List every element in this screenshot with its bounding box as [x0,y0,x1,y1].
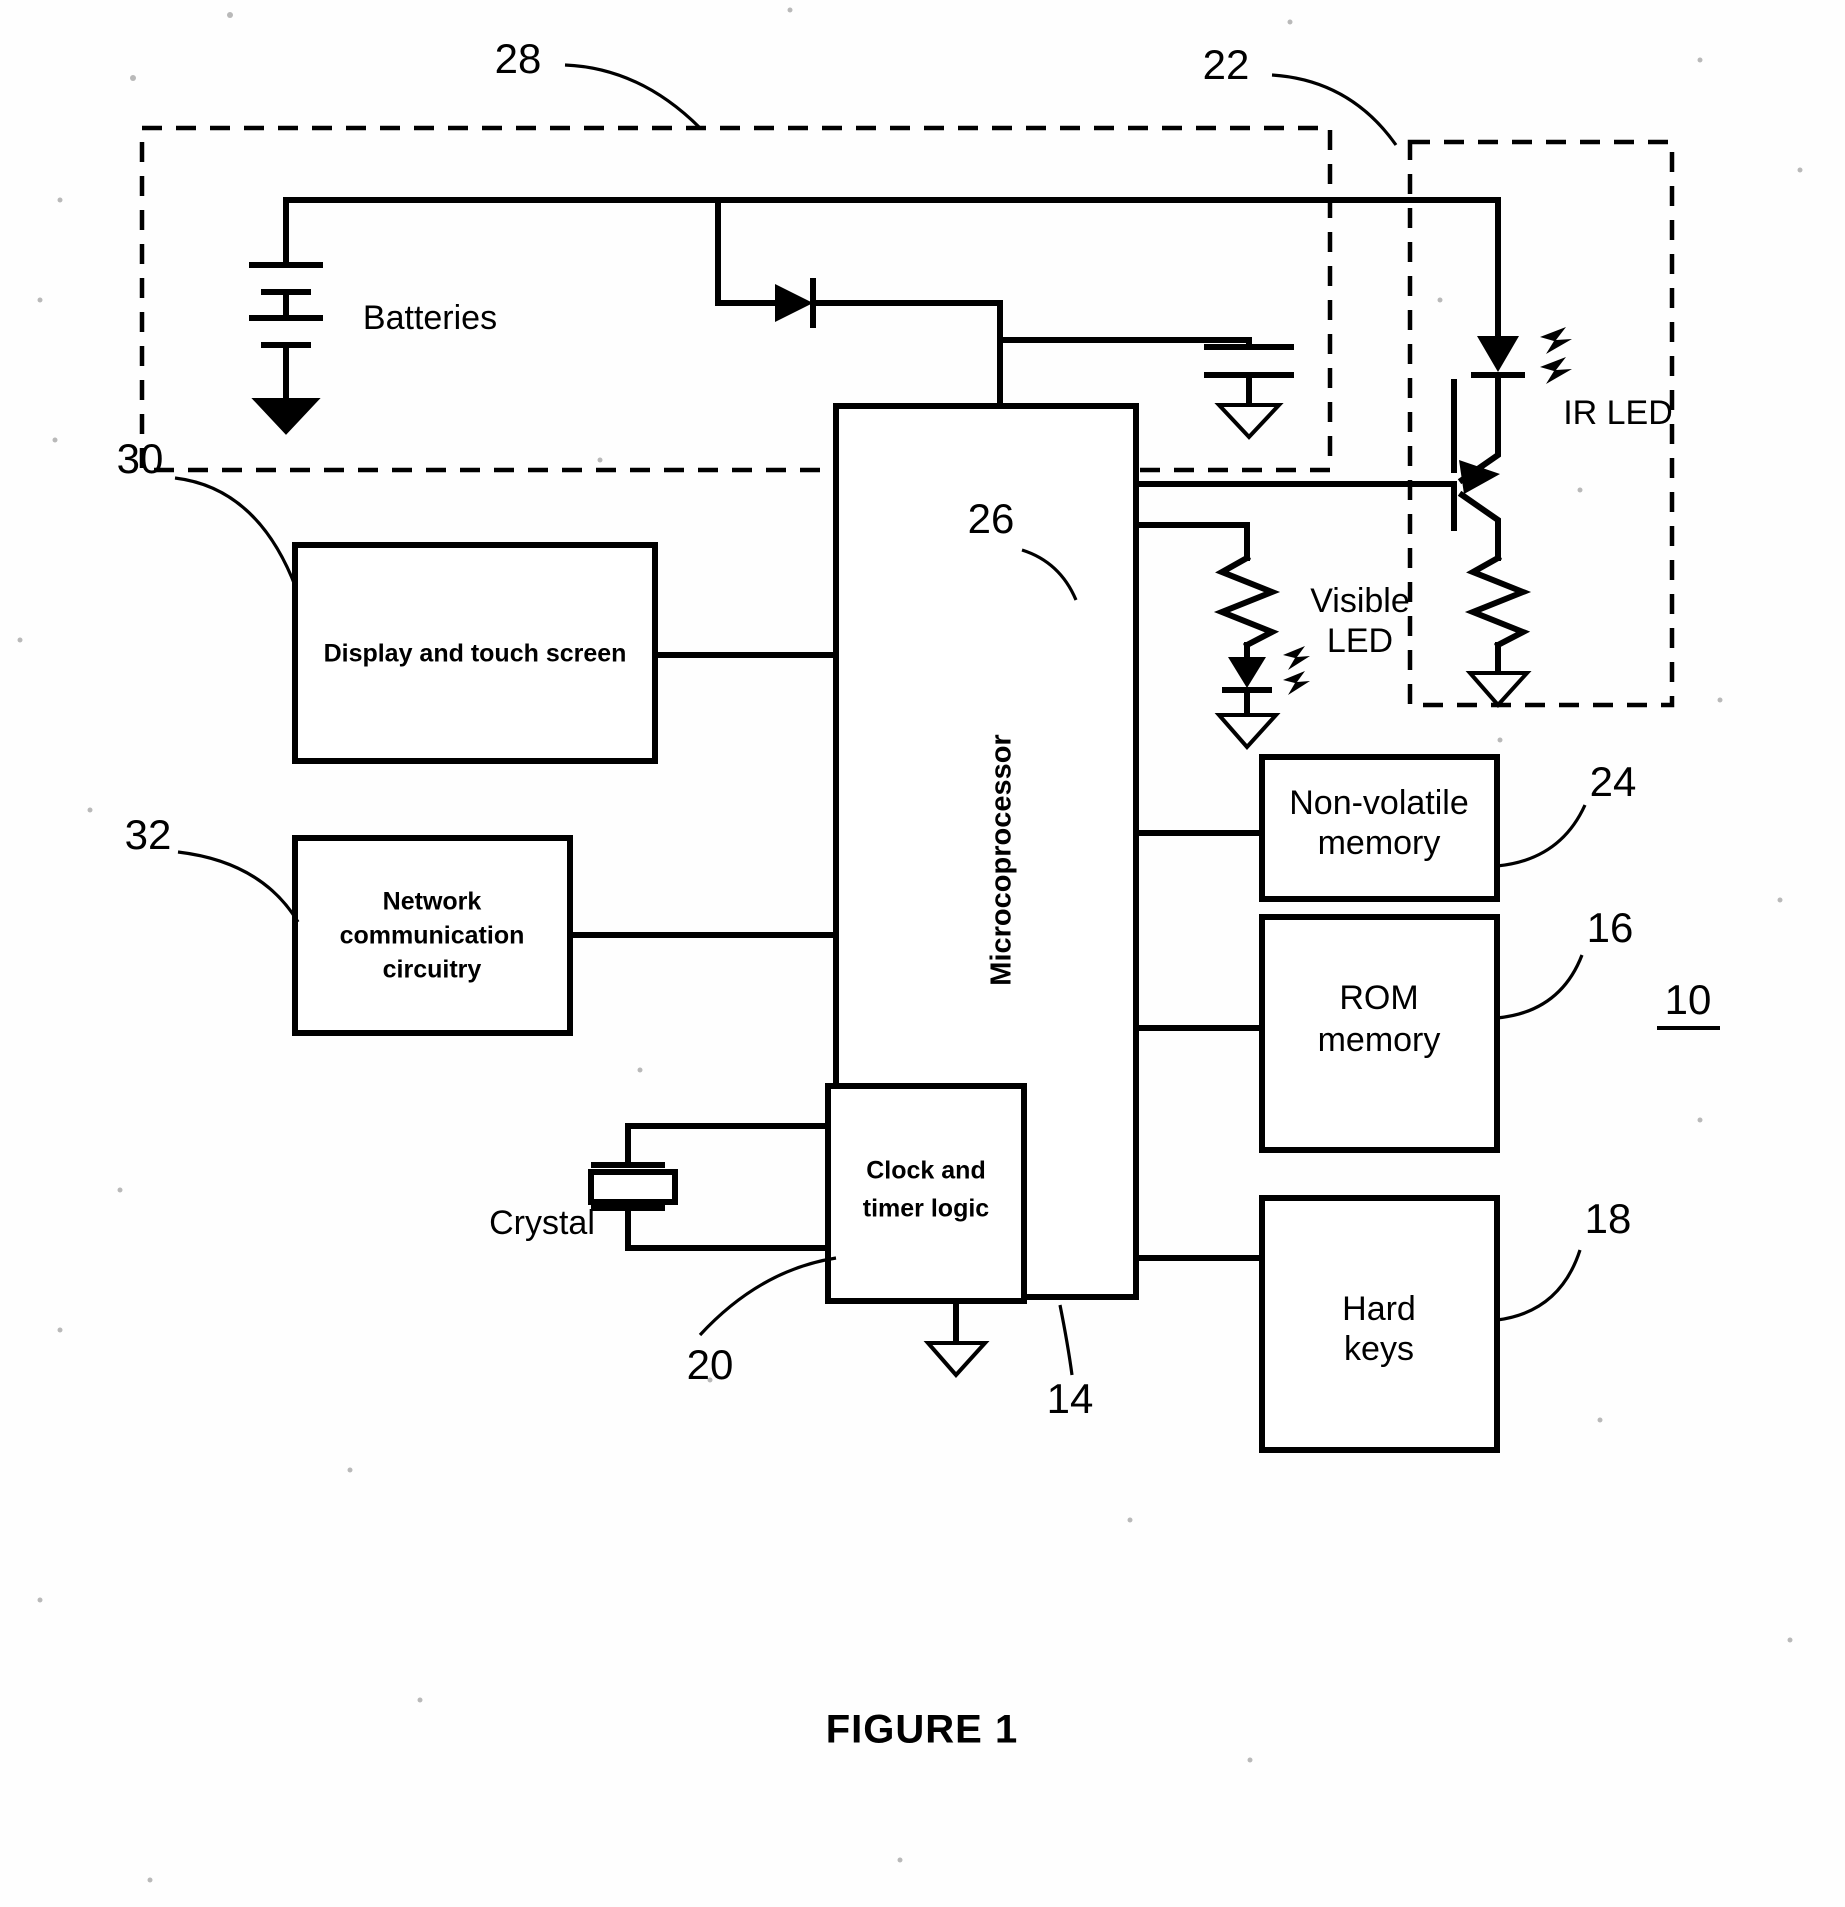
clock-timer-label-line-2: timer logic [863,1195,990,1223]
clock-ground-symbol [923,1298,990,1379]
microprocessor-label: Microcoprocessor [986,734,1018,985]
ref-24: 24 [1590,758,1637,805]
ref-22: 22 [1203,41,1250,88]
non-volatile-memory-label-line-2: memory [1318,824,1441,862]
figure-caption: FIGURE 1 [826,1708,1018,1752]
ref-28: 28 [495,35,542,82]
ref-20: 20 [687,1341,734,1388]
ref-16: 16 [1587,904,1634,951]
patent-figure-page: Batteries Microcoprocessor Display and t… [0,0,1845,1907]
rom-memory-label-line-1: ROM [1339,979,1418,1017]
display-and-touch-screen-label: Display and touch screen [324,640,627,668]
clock-and-timer-logic-block[interactable] [825,1083,1027,1304]
ref-30: 30 [117,435,164,482]
ref-26: 26 [968,495,1015,542]
ref-14: 14 [1047,1375,1094,1422]
visible-led-branch [1133,522,1310,751]
leader-24 [1496,804,1587,868]
power-supply-dashed-region [139,125,1333,473]
hard-keys-label-line-2: keys [1344,1330,1414,1368]
crystal-symbol [588,1123,831,1251]
leader-20 [698,1256,837,1337]
batteries-label: Batteries [363,299,497,337]
leader-14 [1058,1304,1074,1376]
network-label-line-2: communication [340,922,525,950]
ref-10-system: 10 [1665,976,1712,1023]
leader-22 [1271,73,1398,146]
leader-32 [177,850,300,923]
crystal-label: Crystal [489,1204,595,1242]
network-label-line-1: Network [383,888,482,916]
leader-28 [564,63,702,130]
ir-led-label: IR LED [1563,394,1673,432]
ref-18: 18 [1585,1195,1632,1242]
network-label-line-3: circuitry [383,956,482,984]
regulator-diode-branch [715,197,1294,440]
ref-32: 32 [125,811,172,858]
leader-16 [1496,954,1584,1020]
visible-led-label-line-2: LED [1327,622,1393,660]
clock-timer-label-line-1: Clock and [866,1157,985,1185]
leader-30 [174,476,298,589]
leader-18 [1496,1249,1582,1322]
rom-memory-label-line-2: memory [1318,1021,1441,1059]
non-volatile-memory-label-line-1: Non-volatile [1289,784,1469,822]
figure-1-diagram: Batteries Microcoprocessor Display and t… [17,7,1803,1883]
visible-led-label-line-1: Visible [1310,582,1410,620]
hard-keys-label-line-1: Hard [1342,1290,1416,1328]
